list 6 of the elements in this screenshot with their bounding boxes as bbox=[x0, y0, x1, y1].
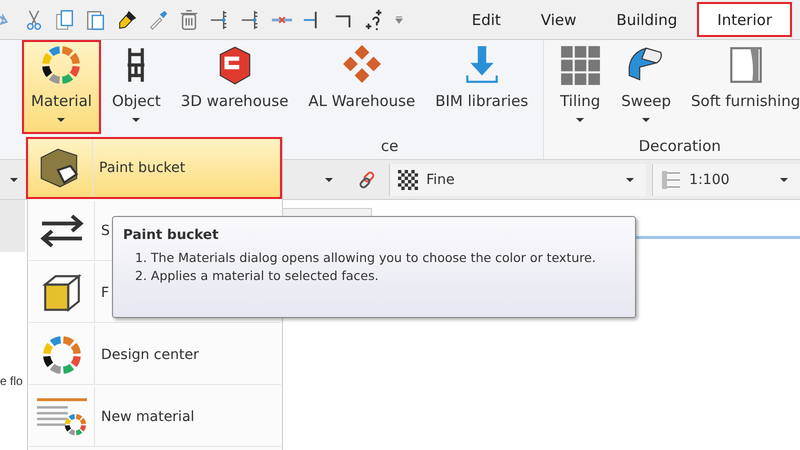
group-label: Decoration bbox=[638, 137, 722, 157]
tooltip-title: Paint bucket bbox=[123, 227, 220, 243]
group-label: ce bbox=[380, 137, 400, 157]
tooltip-text: 1. The Materials dialog opens allowing you to choose the color or texture. bbox=[134, 249, 597, 267]
panel-text: e flo bbox=[0, 374, 23, 388]
tooltip-text: 2. Applies a material to selected faces. bbox=[134, 267, 380, 285]
